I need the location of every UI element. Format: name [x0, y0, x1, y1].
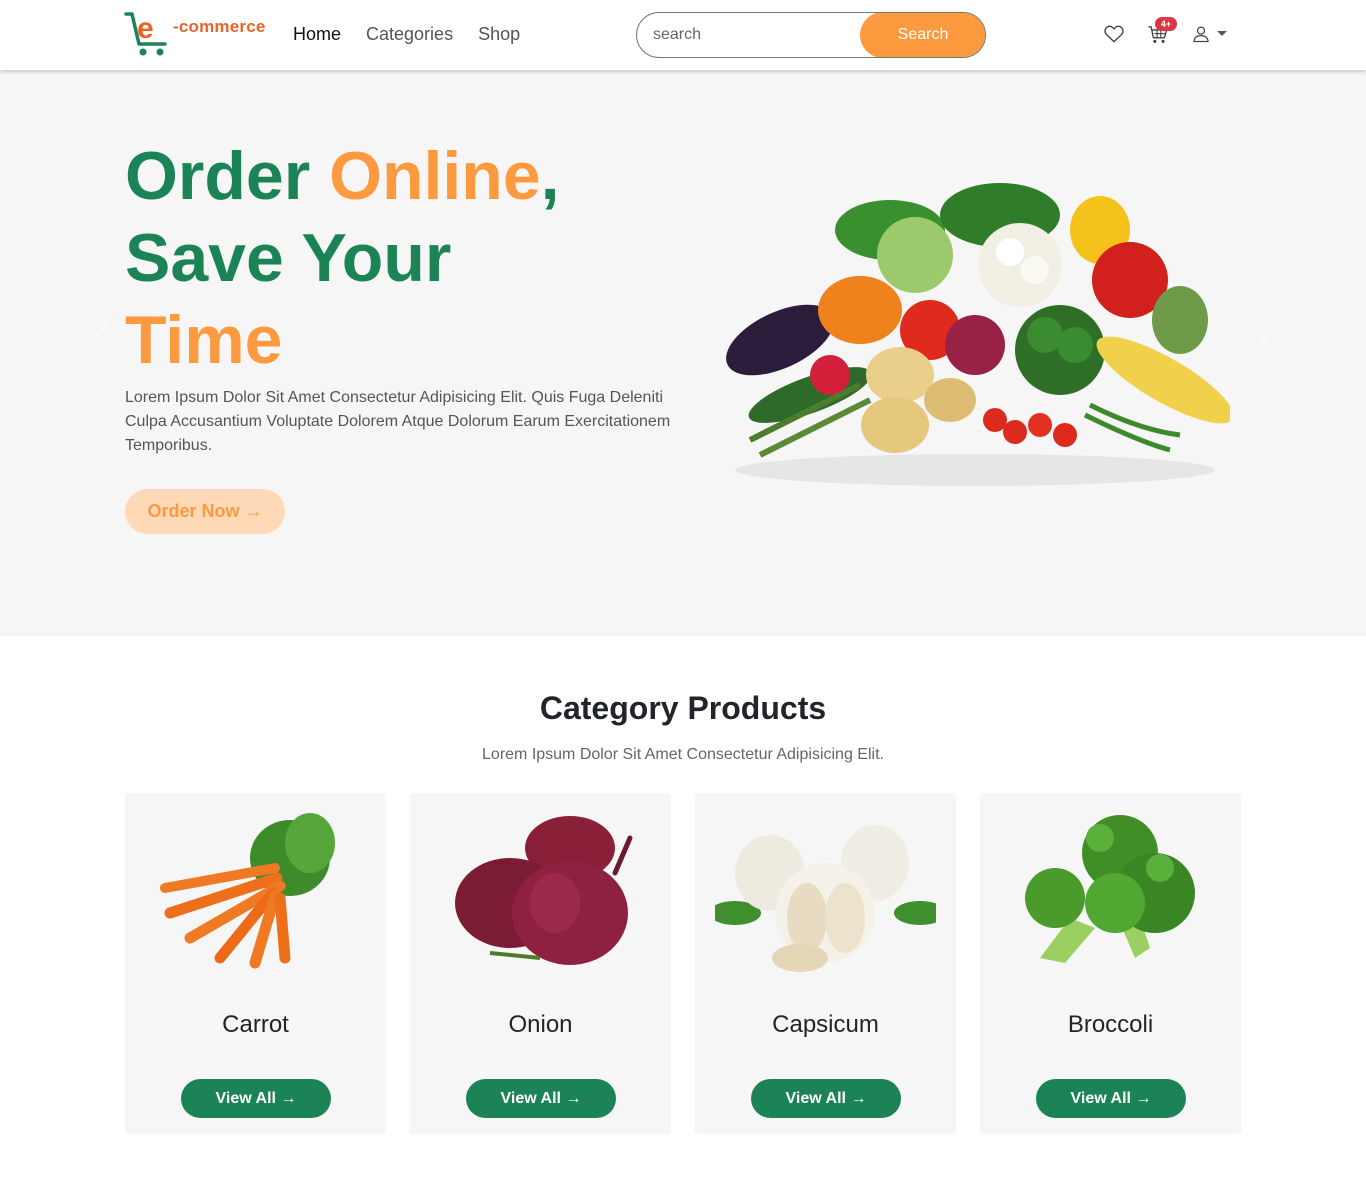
brand-logo[interactable]: e -commerce	[123, 10, 268, 58]
top-navbar: e -commerce Home Categories Shop Search …	[0, 0, 1366, 70]
user-icon[interactable]	[1191, 24, 1211, 44]
hero-section: Order Online, Save Your Time Lorem Ipsum…	[0, 70, 1366, 636]
hero-title: Order Online, Save Your Time	[125, 135, 685, 381]
hero-title-order: Order	[125, 138, 330, 214]
view-all-button[interactable]: View All →	[1036, 1079, 1186, 1118]
hero-title-time: Time	[125, 302, 283, 378]
search-button[interactable]: Search	[860, 13, 985, 57]
category-name: Capsicum	[772, 1011, 879, 1038]
carousel-next-icon[interactable]	[1256, 322, 1272, 348]
hero-description: Lorem Ipsum Dolor Sit Amet Consectetur A…	[125, 389, 671, 454]
search-bar: Search	[636, 12, 986, 58]
category-name: Broccoli	[1067, 1011, 1154, 1038]
view-all-button[interactable]: View All →	[751, 1079, 901, 1118]
order-now-button[interactable]: Order Now →	[125, 489, 285, 534]
onion-image	[455, 816, 633, 965]
main-nav: Home Categories Shop	[293, 24, 545, 45]
view-all-button[interactable]: View All →	[466, 1079, 616, 1118]
cart-logo-icon: e	[124, 12, 167, 56]
category-card-carrot: Carrot View All →	[125, 793, 386, 1134]
carrot-image	[160, 813, 335, 969]
account-dropdown-chevron-icon[interactable]	[1217, 31, 1227, 36]
svg-text:e: e	[137, 12, 154, 45]
hero-title-save: Save Your	[125, 220, 452, 296]
heart-icon[interactable]	[1103, 23, 1125, 45]
nav-home[interactable]: Home	[293, 24, 341, 45]
category-card-capsicum: Capsicum View All →	[695, 793, 956, 1134]
category-name: Carrot	[222, 1011, 289, 1038]
search-input[interactable]	[637, 13, 877, 57]
category-card-onion: Onion View All →	[410, 793, 671, 1134]
view-all-button[interactable]: View All →	[181, 1079, 331, 1118]
nav-categories[interactable]: Categories	[366, 24, 453, 45]
carousel-prev-icon[interactable]	[94, 322, 110, 348]
brand-name: -commerce	[173, 17, 266, 36]
nav-shop[interactable]: Shop	[478, 24, 520, 45]
broccoli-image	[1025, 815, 1195, 963]
cart-count-badge: 4+	[1155, 17, 1177, 31]
category-card-broccoli: Broccoli View All →	[980, 793, 1241, 1134]
category-title: Category Products	[539, 690, 827, 726]
garlic-image	[715, 825, 936, 972]
category-name: Onion	[508, 1011, 573, 1038]
category-subtitle: Lorem Ipsum Dolor Sit Amet Consectetur A…	[482, 746, 884, 763]
vegetables-basket-image	[726, 183, 1230, 486]
hero-title-online: Online	[329, 138, 541, 214]
hero-title-comma: ,	[540, 138, 560, 214]
